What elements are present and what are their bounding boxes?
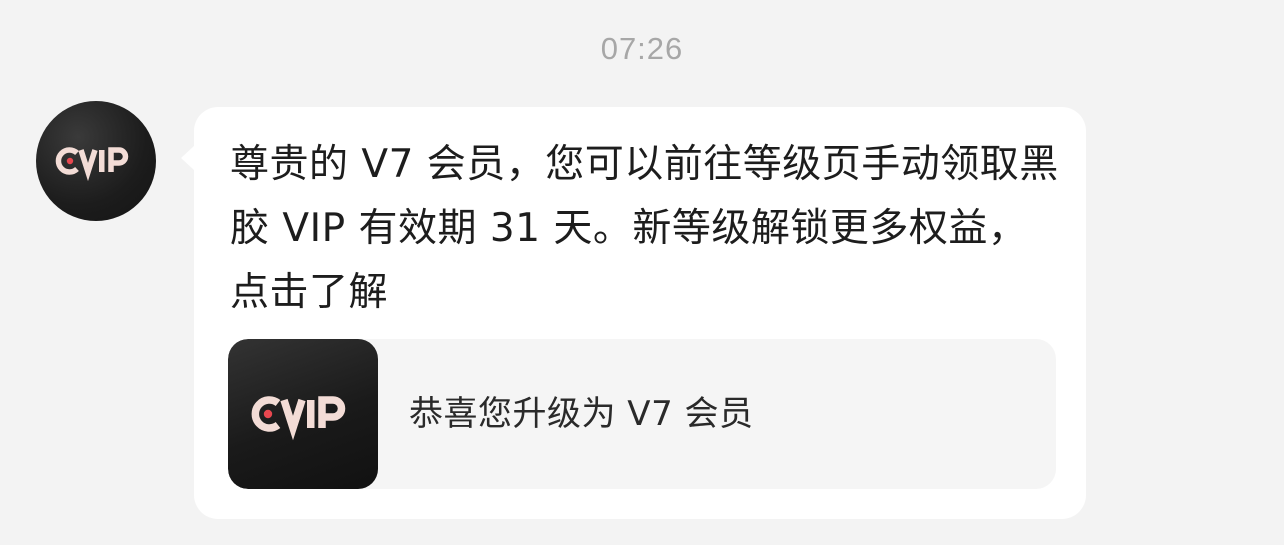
link-card[interactable]: 恭喜您升级为 V7 会员 — [228, 339, 1056, 489]
message-bubble[interactable]: 尊贵的 V7 会员，您可以前往等级页手动领取黑胶 VIP 有效期 31 天。新等… — [181, 107, 1086, 519]
bubble-tail — [181, 145, 195, 171]
message-timestamp: 07:26 — [600, 31, 684, 66]
message-text: 尊贵的 V7 会员，您可以前往等级页手动领取黑胶 VIP 有效期 31 天。新等… — [230, 142, 1059, 315]
vinyl-vip-logo-icon — [55, 147, 129, 182]
vinyl-vip-logo-icon — [251, 396, 346, 441]
sender-avatar[interactable] — [36, 101, 156, 221]
card-title: 恭喜您升级为 V7 会员 — [409, 394, 754, 434]
card-thumbnail — [228, 339, 378, 489]
